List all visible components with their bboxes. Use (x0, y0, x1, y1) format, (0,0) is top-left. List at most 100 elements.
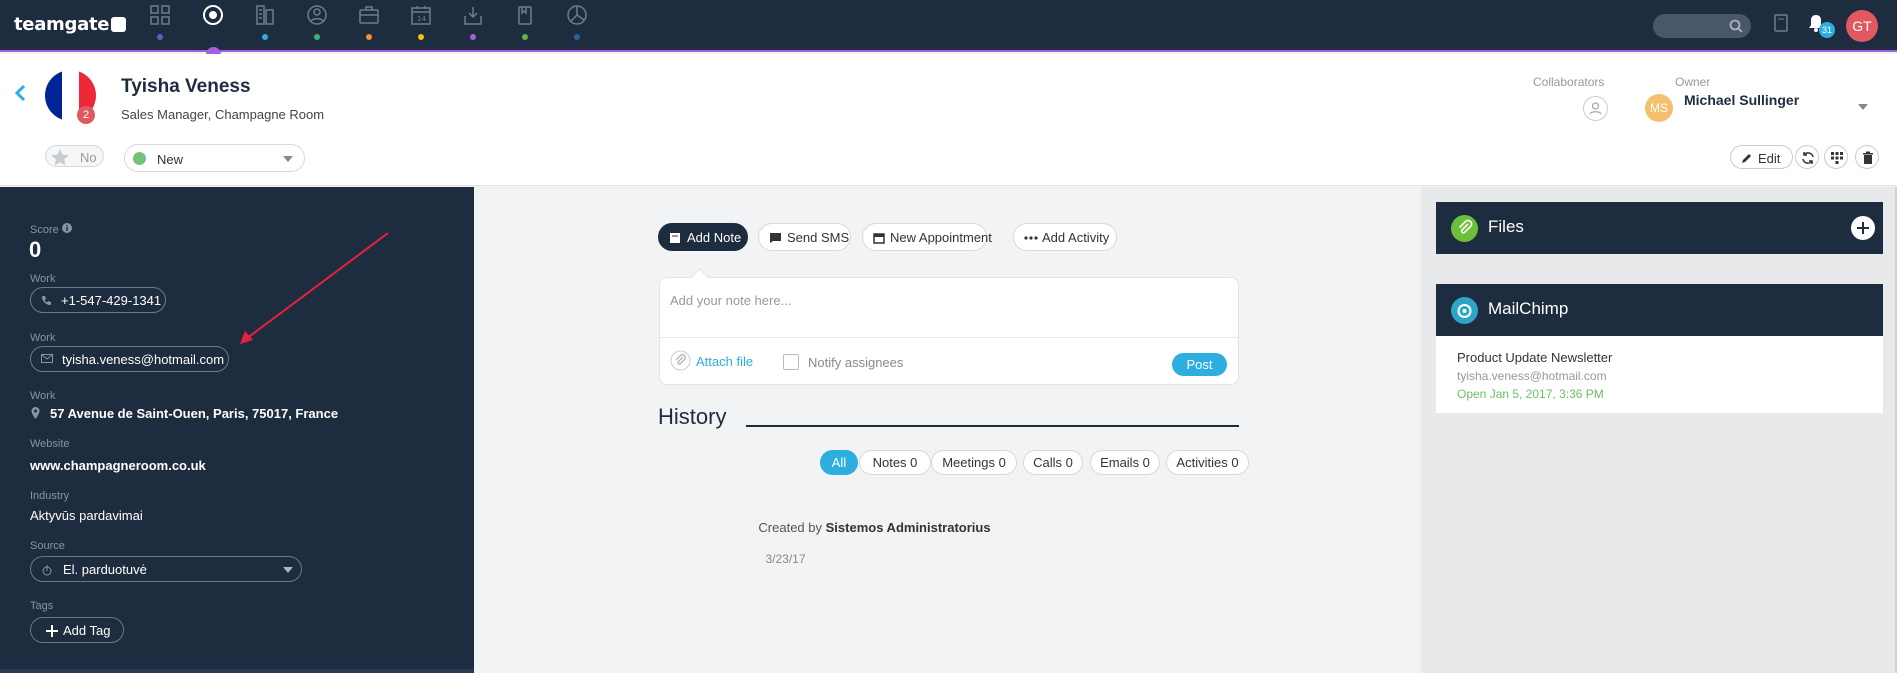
nav-inbox-icon[interactable] (458, 4, 488, 44)
website-label: Website (30, 438, 70, 450)
filter-emails[interactable]: Emails 0 (1090, 450, 1160, 475)
global-search-input[interactable] (1653, 14, 1751, 38)
phone-label: Work (30, 273, 56, 285)
refresh-icon (1802, 152, 1814, 164)
widgets-panel: Files MailChimp Product Update Newslette… (1421, 187, 1897, 673)
nav-contacts-icon[interactable] (198, 4, 228, 62)
address-value: 57 Avenue de Saint-Ouen, Paris, 75017, F… (50, 406, 339, 421)
mailchimp-widget-header: MailChimp (1436, 284, 1883, 336)
owner-chevron-down-icon[interactable] (1858, 104, 1868, 115)
edit-button[interactable]: Edit (1730, 145, 1793, 169)
campaign-title[interactable]: Product Update Newsletter (1457, 350, 1612, 365)
campaign-email: tyisha.veness@hotmail.com (1457, 369, 1607, 383)
note-icon (670, 233, 680, 243)
flag-count-badge: 2 (77, 106, 95, 124)
info-icon[interactable] (61, 223, 72, 233)
paperclip-icon (1451, 215, 1478, 242)
note-composer: Attach file Notify assignees Post (659, 268, 1239, 385)
contact-details-sidebar: Score 0 Work +1-547-429-1341 Work tyisha… (0, 187, 474, 673)
industry-value: Aktyvūs pardavimai (30, 508, 143, 523)
history-date: 3/23/17 (765, 552, 806, 566)
sms-icon (770, 233, 781, 243)
files-widget-header: Files (1436, 202, 1883, 254)
annotation-arrow (240, 232, 389, 344)
filter-activities[interactable]: Activities 0 (1166, 450, 1249, 475)
filter-meetings[interactable]: Meetings 0 (931, 450, 1017, 475)
collaborators-label: Collaborators (1533, 75, 1605, 89)
contact-name: Tyisha Veness (121, 76, 251, 97)
score-value: 0 (29, 237, 42, 262)
files-title: Files (1488, 217, 1524, 236)
owner-avatar: MS (1645, 94, 1673, 122)
more-dots-icon (1024, 236, 1038, 240)
owner-name[interactable]: Michael Sullinger (1684, 92, 1799, 108)
plus-icon (1857, 222, 1869, 234)
email-field[interactable]: tyisha.veness@hotmail.com (30, 346, 229, 372)
note-input[interactable] (670, 290, 1230, 310)
status-dropdown[interactable]: New (124, 144, 305, 172)
chevron-down-icon (283, 156, 293, 167)
filter-notes[interactable]: Notes 0 (859, 450, 931, 475)
nav-dashboard-icon[interactable] (145, 4, 175, 44)
paperclip-icon (670, 350, 691, 371)
star-icon (51, 149, 69, 166)
mailchimp-title: MailChimp (1488, 299, 1569, 318)
source-dropdown[interactable]: El. parduotuvė (30, 556, 302, 582)
refresh-button[interactable] (1795, 145, 1819, 169)
status-value: New (157, 152, 184, 167)
campaign-open-status: Open Jan 5, 2017, 3:36 PM (1457, 387, 1604, 401)
email-label: Work (30, 332, 56, 344)
trash-icon (1863, 151, 1873, 164)
chevron-down-icon (283, 567, 293, 578)
nav-docs-icon[interactable] (510, 4, 540, 44)
map-pin-icon (31, 407, 40, 419)
post-button[interactable]: Post (1172, 353, 1227, 376)
user-add-icon (1589, 102, 1602, 115)
nav-calendar-icon[interactable]: 14 (406, 4, 436, 44)
pencil-icon (1742, 154, 1751, 163)
history-author[interactable]: Sistemos Administratorius (826, 520, 991, 535)
new-appointment-button[interactable]: New Appointment (862, 223, 992, 251)
add-tag-button[interactable]: Add Tag (30, 617, 124, 643)
user-avatar[interactable]: GT (1846, 10, 1878, 42)
add-activity-button[interactable]: Add Activity (1013, 223, 1117, 251)
checkbox[interactable] (783, 354, 799, 370)
add-file-button[interactable] (1851, 216, 1875, 240)
contact-subtitle: Sales Manager, Champagne Room (121, 107, 325, 122)
nav-deals-icon[interactable] (354, 4, 384, 44)
grid-button[interactable] (1824, 145, 1848, 169)
add-collaborator-button[interactable] (1583, 96, 1608, 121)
website-link[interactable]: www.champagneroom.co.uk (30, 458, 206, 473)
score-label: Score (30, 223, 72, 236)
envelope-icon (41, 354, 53, 363)
filter-calls[interactable]: Calls 0 (1023, 450, 1083, 475)
source-label: Source (30, 540, 65, 552)
mailchimp-campaign-item: Product Update Newsletter tyisha.veness@… (1436, 336, 1883, 413)
nav-reports-icon[interactable] (562, 4, 592, 44)
phone-field[interactable]: +1-547-429-1341 (30, 287, 166, 313)
industry-label: Industry (30, 490, 70, 502)
nav-leads-icon[interactable] (302, 4, 332, 44)
back-arrow-icon[interactable] (14, 84, 26, 102)
notification-count-badge: 31 (1819, 22, 1835, 38)
contact-header: 2 Tyisha Veness Sales Manager, Champagne… (0, 54, 1897, 186)
filter-all[interactable]: All (820, 450, 858, 475)
phone-book-icon[interactable] (1774, 14, 1788, 32)
search-icon (1729, 19, 1743, 33)
favorite-toggle[interactable]: No (45, 145, 104, 167)
send-sms-button[interactable]: Send SMS (758, 223, 851, 251)
delete-button[interactable] (1855, 145, 1879, 169)
source-icon (42, 565, 52, 576)
mailchimp-icon (1451, 297, 1478, 324)
history-heading: History (658, 404, 727, 429)
calendar-icon (873, 233, 885, 244)
svg-text:14: 14 (417, 15, 426, 23)
nav-companies-icon[interactable] (250, 4, 280, 44)
address-label: Work (30, 390, 56, 402)
status-color-dot (133, 152, 146, 165)
top-navigation-bar: teamgate 14 31 GT (0, 0, 1897, 62)
add-note-button[interactable]: Add Note (658, 223, 748, 251)
favorite-label: No (80, 150, 97, 165)
app-logo[interactable]: teamgate (14, 14, 127, 35)
history-entry: Created by Sistemos Administratorius (758, 520, 991, 535)
